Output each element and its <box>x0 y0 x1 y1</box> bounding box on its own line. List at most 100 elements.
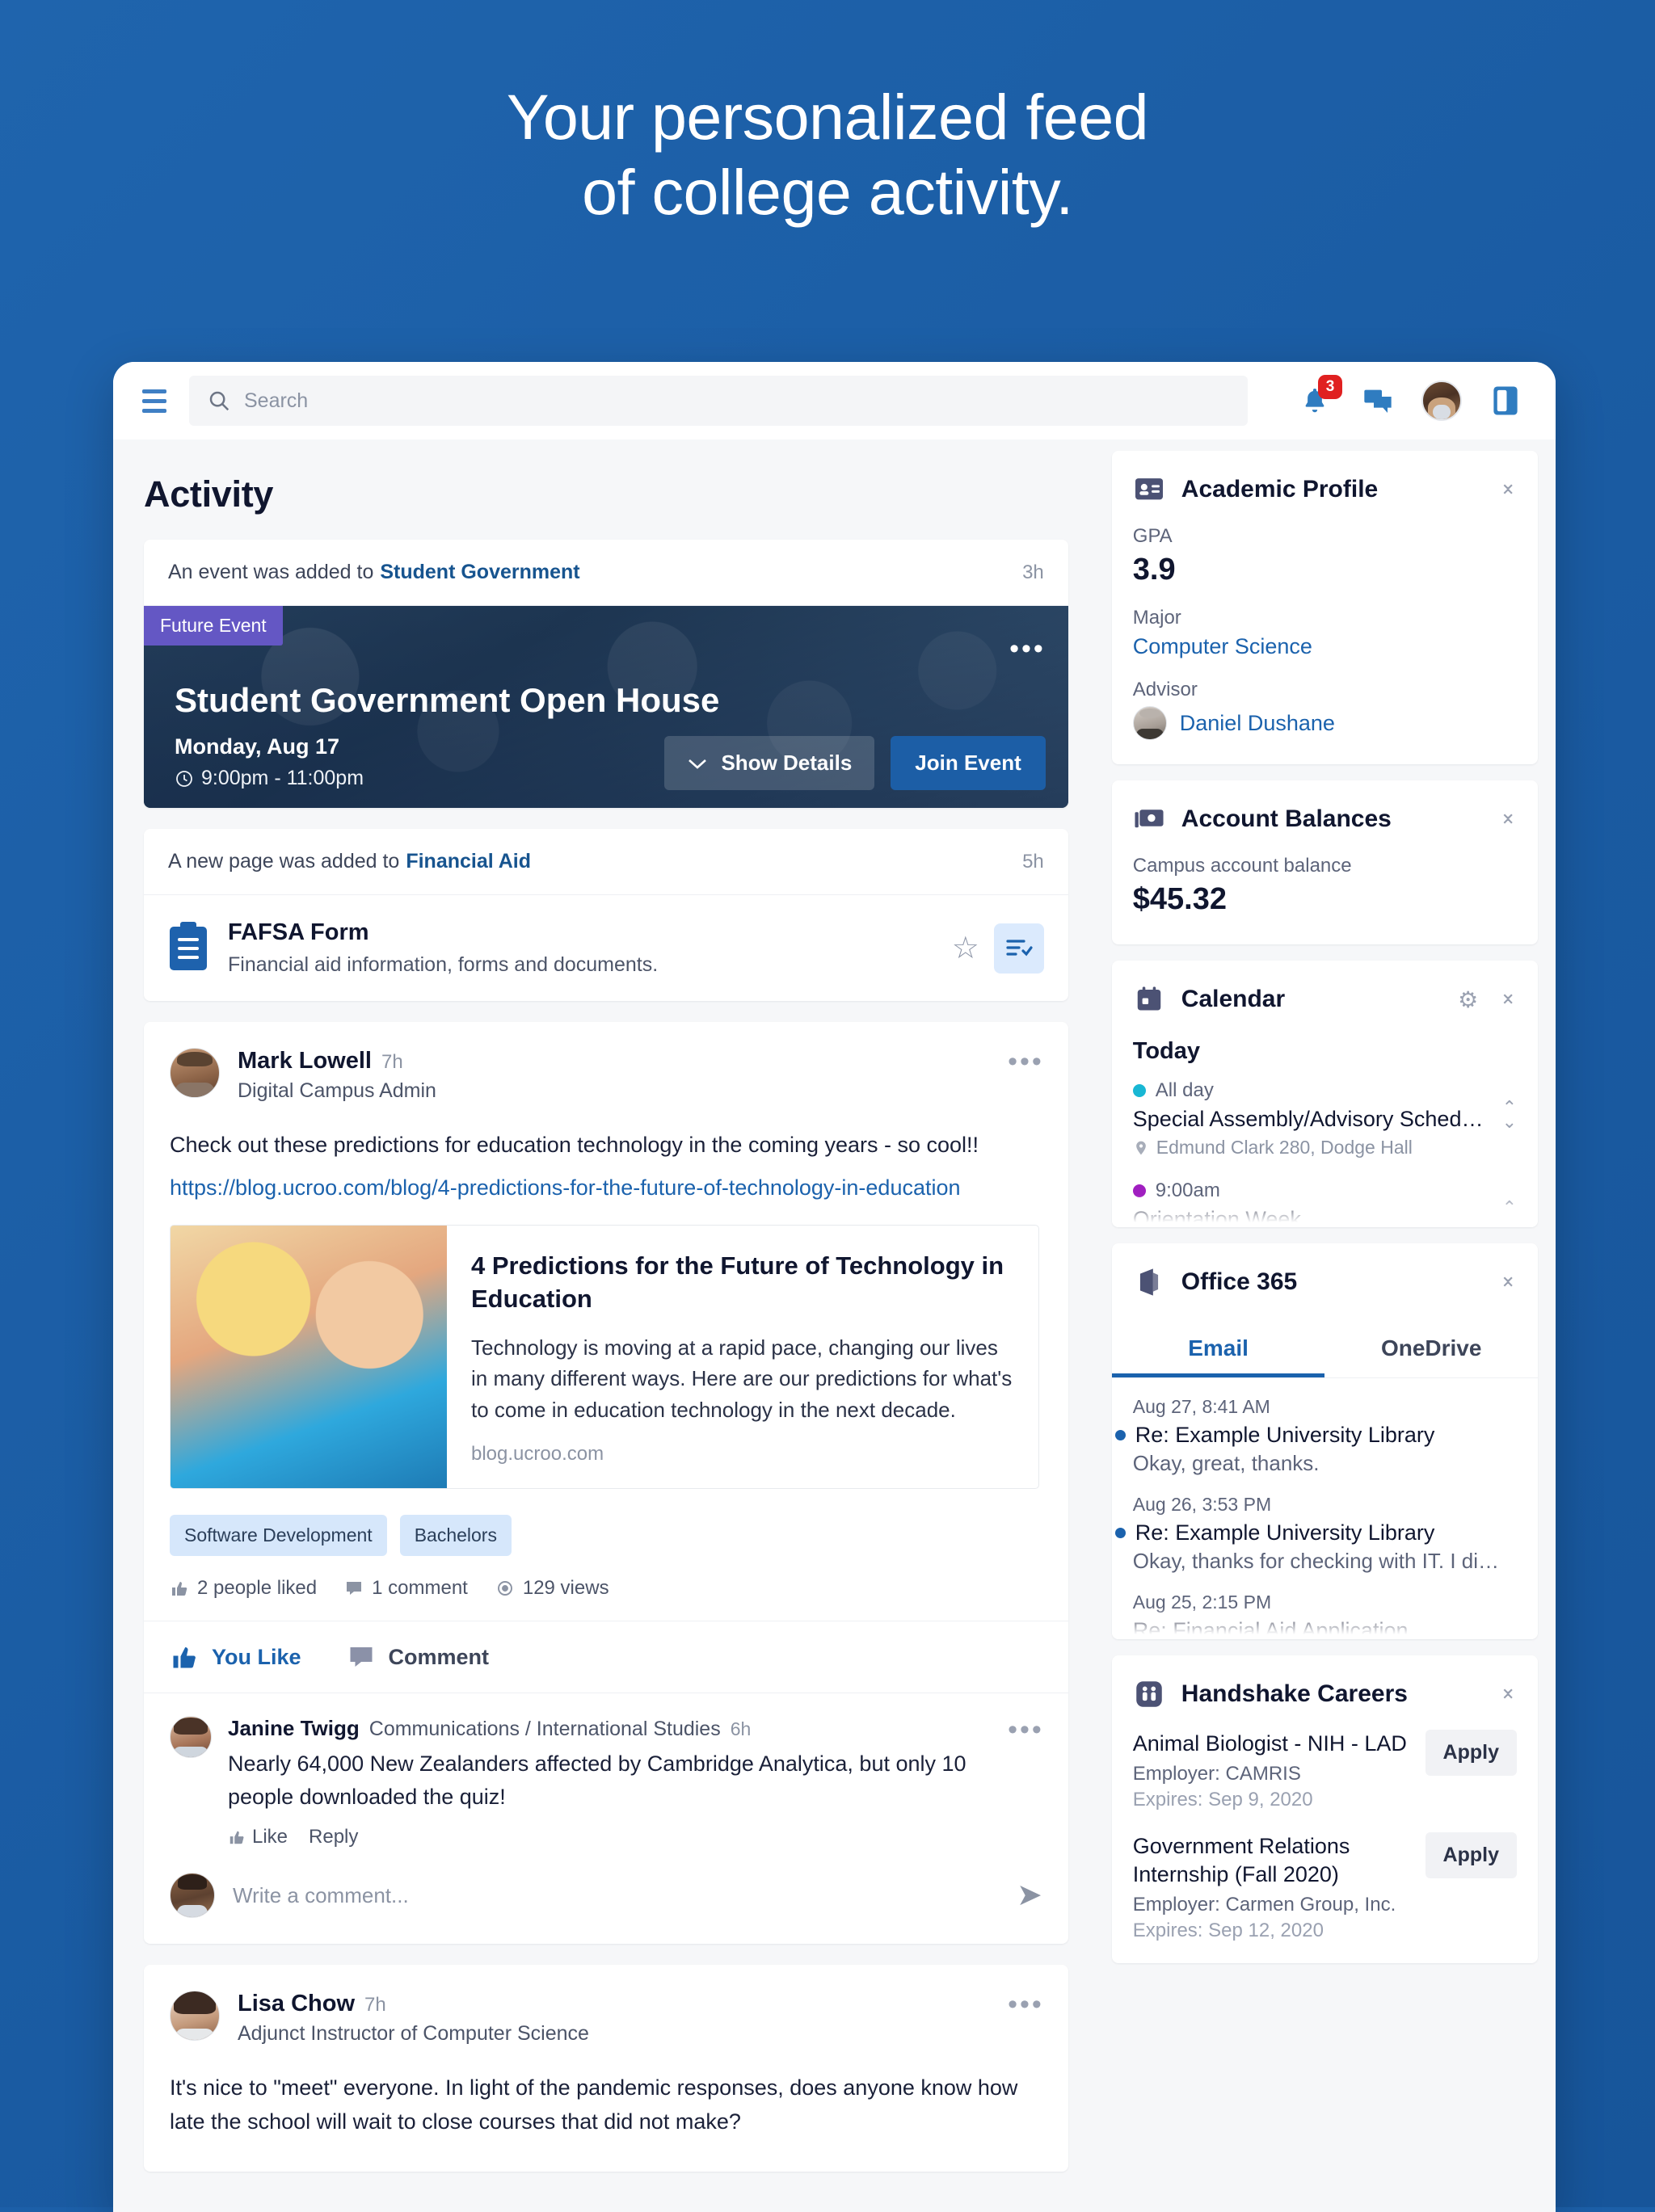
apply-button[interactable]: Apply <box>1425 1730 1517 1776</box>
post-tag-list: Software Development Bachelors <box>144 1489 1068 1557</box>
calendar-event[interactable]: 9:00am Orientation Week 1015 Philadelphi… <box>1132 1180 1517 1227</box>
post-timestamp: 7h <box>381 1051 403 1073</box>
collapse-icon[interactable]: ⌄ ⌃ <box>1499 1264 1517 1300</box>
post-comments-label: 1 comment <box>372 1577 468 1600</box>
calendar-event-time: All day <box>1155 1079 1214 1101</box>
expand-icon[interactable]: ⌃ ⌄ <box>1502 1198 1517 1227</box>
job-listing[interactable]: Animal Biologist - NIH - LAD Employer: C… <box>1112 1730 1538 1832</box>
comment-like-button[interactable]: Like <box>228 1826 288 1848</box>
expand-icon[interactable]: ⌃ ⌄ <box>1502 1098 1517 1130</box>
comment-more-options-icon[interactable]: ••• <box>1008 1716 1044 1848</box>
job-listing[interactable]: Government Relations Internship (Fall 20… <box>1112 1831 1538 1963</box>
page-row-actions: ☆ <box>952 923 1044 974</box>
avatar[interactable] <box>170 1716 212 1759</box>
collapse-icon[interactable]: ⌄ ⌃ <box>1499 472 1517 507</box>
activity-prefix: An event was added to <box>168 561 374 583</box>
page-title: Activity <box>144 473 274 515</box>
link-preview-body: 4 Predictions for the Future of Technolo… <box>447 1226 1038 1488</box>
email-subject: Re: Example University Library <box>1135 1423 1435 1447</box>
event-color-dot <box>1132 1084 1146 1097</box>
post-likes-stat[interactable]: 2 people liked <box>170 1577 317 1600</box>
event-time-label: 9:00pm - 11:00pm <box>201 767 364 789</box>
activity-feed-column: Activity An event was added to Student G… <box>113 439 1099 2212</box>
widget-calendar: Calendar ⚙ ⌄ ⌃ Today All day Special Asse… <box>1111 961 1538 1227</box>
post-views-label: 129 views <box>522 1577 609 1600</box>
calendar-event-title: Special Assembly/Advisory Sched… <box>1132 1107 1484 1131</box>
like-button-label: You Like <box>212 1644 301 1669</box>
comment-reply-button[interactable]: Reply <box>309 1826 358 1848</box>
collapse-icon[interactable]: ⌄ ⌃ <box>1499 801 1517 837</box>
like-button[interactable]: You Like <box>170 1642 301 1672</box>
widget-academic-profile: Academic Profile ⌄ ⌃ GPA 3.9 Major Comput… <box>1111 451 1538 764</box>
post-likes-label: 2 people liked <box>197 1577 318 1600</box>
post-author-name[interactable]: Mark Lowell <box>238 1048 372 1074</box>
tab-email[interactable]: Email <box>1112 1318 1325 1377</box>
tab-onedrive[interactable]: OneDrive <box>1324 1318 1538 1377</box>
star-icon[interactable]: ☆ <box>952 933 979 964</box>
post-tag[interactable]: Bachelors <box>399 1515 512 1557</box>
clock-icon <box>175 769 194 788</box>
email-item[interactable]: Aug 27, 8:41 AM Re: Example University L… <box>1112 1378 1538 1476</box>
activity-group-link[interactable]: Student Government <box>380 561 579 584</box>
notifications-bell-icon[interactable]: 3 <box>1295 375 1342 420</box>
location-pin-icon <box>1133 1140 1149 1156</box>
join-event-button[interactable]: Join Event <box>891 736 1046 790</box>
comment-button[interactable]: Comment <box>347 1642 489 1672</box>
comment-text: Nearly 64,000 New Zealanders affected by… <box>228 1752 966 1809</box>
menu-icon[interactable] <box>137 383 173 418</box>
advisor-row[interactable]: Daniel Dushane <box>1132 706 1517 740</box>
checklist-icon[interactable] <box>993 923 1044 974</box>
page-row-subtitle: Financial aid information, forms and doc… <box>228 953 659 976</box>
collapse-icon[interactable]: ⌄ ⌃ <box>1499 1676 1517 1712</box>
balance-label: Campus account balance <box>1132 855 1352 877</box>
activity-card-event: An event was added to Student Government… <box>144 540 1068 808</box>
event-more-options-icon[interactable]: ••• <box>1009 635 1046 662</box>
post-link[interactable]: https://blog.ucroo.com/blog/4-prediction… <box>144 1167 1068 1204</box>
calendar-day-heading: Today <box>1132 1038 1201 1064</box>
post-author-role: Digital Campus Admin <box>238 1079 436 1102</box>
unread-dot <box>1114 1528 1126 1538</box>
post-comments-stat[interactable]: 1 comment <box>344 1577 468 1600</box>
post-more-options-icon[interactable]: ••• <box>1008 1991 1044 2018</box>
email-preview: Okay, great, thanks. <box>1132 1451 1320 1475</box>
gear-icon[interactable]: ⚙ <box>1458 986 1478 1013</box>
avatar[interactable] <box>170 1991 220 2042</box>
post-more-options-icon[interactable]: ••• <box>1008 1048 1044 1075</box>
calendar-event-time: 9:00am <box>1155 1180 1220 1201</box>
thumbs-up-icon <box>228 1828 246 1846</box>
messages-chat-icon[interactable] <box>1358 381 1397 420</box>
major-value[interactable]: Computer Science <box>1133 634 1517 659</box>
post-tag[interactable]: Software Development <box>170 1515 387 1557</box>
email-item[interactable]: Aug 25, 2:15 PM Re: Financial Aid Applic… <box>1112 1574 1538 1639</box>
widget-title: Account Balances <box>1181 805 1392 832</box>
major-label: Major <box>1132 607 1181 629</box>
avatar[interactable] <box>1421 381 1462 421</box>
hero-line-2: of college activity. <box>582 156 1073 229</box>
widget-title: Office 365 <box>1181 1268 1298 1295</box>
collapse-icon[interactable]: ⌄ ⌃ <box>1499 982 1517 1017</box>
post-author-name[interactable]: Lisa Chow <box>238 1991 355 2017</box>
job-expires: Expires: Sep 9, 2020 <box>1132 1788 1313 1810</box>
show-details-button[interactable]: Show Details <box>664 736 875 790</box>
comment-author-name[interactable]: Janine Twigg <box>228 1716 360 1741</box>
activity-group-link[interactable]: Financial Aid <box>406 850 531 873</box>
apply-button[interactable]: Apply <box>1425 1831 1517 1878</box>
widget-title: Academic Profile <box>1181 476 1379 503</box>
comment-timestamp: 6h <box>730 1718 752 1740</box>
avatar[interactable] <box>170 1048 220 1098</box>
post-views-stat: 129 views <box>495 1577 609 1600</box>
send-icon[interactable]: ➤ <box>1017 1880 1042 1911</box>
panel-toggle-icon[interactable] <box>1486 381 1525 420</box>
search-input[interactable]: Search <box>189 376 1248 426</box>
advisor-name[interactable]: Daniel Dushane <box>1180 711 1335 736</box>
calendar-event[interactable]: All day Special Assembly/Advisory Sched…… <box>1132 1079 1517 1159</box>
page-row[interactable]: FAFSA Form Financial aid information, fo… <box>144 895 1068 1001</box>
email-item[interactable]: Aug 26, 3:53 PM Re: Example University L… <box>1112 1476 1538 1574</box>
link-preview-card[interactable]: 4 Predictions for the Future of Technolo… <box>170 1224 1039 1490</box>
avatar <box>170 1873 215 1919</box>
unread-dot <box>1114 1430 1126 1440</box>
widget-title: Calendar <box>1181 986 1286 1012</box>
calendar-icon <box>1133 983 1165 1016</box>
comment-input[interactable]: Write a comment... <box>233 1883 999 1908</box>
eye-icon <box>495 1579 515 1598</box>
